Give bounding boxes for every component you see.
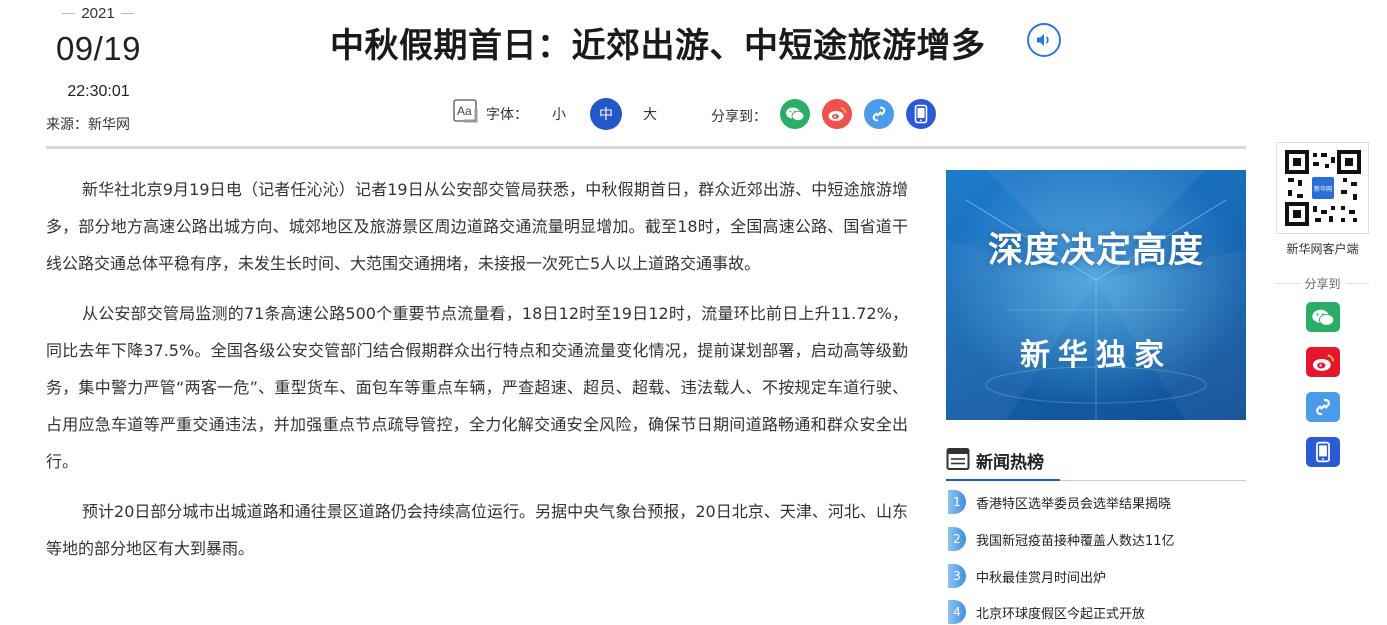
- hot-news-item[interactable]: 4 北京环球度假区今起正式开放: [948, 599, 1145, 625]
- hot-news-item[interactable]: 3 中秋最佳赏月时间出炉: [948, 563, 1106, 589]
- publish-time: 22:30:01: [67, 83, 130, 100]
- share-wechat-button[interactable]: [780, 99, 810, 129]
- header-divider: [46, 146, 1246, 149]
- hot-news-link[interactable]: 中秋最佳赏月时间出炉: [976, 567, 1106, 586]
- publish-year: 2021: [81, 4, 115, 22]
- news-list-icon: [946, 448, 970, 470]
- article-body: 新华社北京9月19日电（记者任沁沁）记者19日从公安部交管局获悉，中秋假期首日，…: [46, 171, 908, 580]
- divider-line: [1345, 282, 1370, 284]
- link-icon: [1316, 398, 1330, 416]
- hot-news-item[interactable]: 2 我国新冠疫苗接种覆盖人数达11亿: [948, 526, 1175, 552]
- publish-date: 09/19: [55, 30, 142, 67]
- hot-news-rank: 4: [948, 600, 966, 624]
- banner-headline: 深度决定高度: [987, 231, 1204, 271]
- page-title: 中秋假期首日：近郊出游、中短途旅游增多: [330, 26, 986, 66]
- font-size-large[interactable]: 大: [643, 104, 657, 124]
- mobile-icon: [1316, 441, 1330, 463]
- hot-news-link[interactable]: 我国新冠疫苗接种覆盖人数达11亿: [976, 530, 1175, 549]
- weibo-icon: [1312, 354, 1334, 371]
- article-paragraph: 新华社北京9月19日电（记者任沁沁）记者19日从公安部交管局获悉，中秋假期首日，…: [46, 180, 908, 273]
- share-weibo-button[interactable]: [822, 99, 852, 129]
- audio-play-button[interactable]: [1027, 23, 1061, 57]
- qr-badge-text: 新华网: [1313, 185, 1331, 193]
- client-qr-code[interactable]: 新华网: [1276, 142, 1369, 234]
- font-size-label: 字体：: [486, 107, 528, 123]
- banner-tagline: 新华独家: [1020, 338, 1172, 373]
- link-icon: [872, 106, 886, 122]
- hot-news-link[interactable]: 香港特区选举委员会选举结果揭晓: [976, 493, 1171, 512]
- year-row: 2021: [62, 3, 134, 23]
- hot-news-title: 新闻热榜: [976, 453, 1044, 473]
- font-size-small[interactable]: 小: [552, 104, 566, 124]
- side-share-heading: 分享到: [1276, 275, 1370, 291]
- side-share-link-button[interactable]: [1306, 392, 1340, 422]
- hot-news-header: 新闻热榜: [946, 444, 1246, 481]
- hot-news-rank: 3: [948, 564, 966, 588]
- article-source: 来源：新华网: [46, 117, 130, 133]
- article-paragraph: 从公安部交管局监测的71条高速公路500个重要节点流量看，18日12时至19日1…: [46, 304, 908, 471]
- font-size-icon: Aa: [453, 99, 478, 123]
- svg-text:Aa: Aa: [457, 104, 472, 118]
- weibo-icon: [828, 107, 847, 121]
- share-mobile-button[interactable]: [906, 99, 936, 129]
- client-label: 新华网客户端: [1286, 242, 1359, 256]
- mobile-icon: [914, 104, 928, 124]
- share-label: 分享到：: [711, 109, 767, 125]
- wechat-icon: [1312, 309, 1335, 326]
- article-paragraph: 预计20日部分城市出城道路和通往景区道路仍会持续高位运行。另据中央气象台预报，2…: [46, 502, 908, 558]
- font-size-medium[interactable]: 中: [590, 98, 622, 130]
- divider-line: [1276, 282, 1300, 284]
- hot-news-rank: 1: [948, 490, 966, 514]
- hot-news-underline: [946, 479, 1060, 481]
- side-share-wechat-button[interactable]: [1306, 302, 1340, 332]
- side-share-mobile-button[interactable]: [1306, 437, 1340, 467]
- hot-news-item[interactable]: 1 香港特区选举委员会选举结果揭晓: [948, 489, 1171, 515]
- wechat-icon: [786, 107, 805, 121]
- banner-graphic: [946, 170, 1246, 420]
- hot-news-rank: 2: [948, 527, 966, 551]
- side-share-weibo-button[interactable]: [1306, 347, 1340, 377]
- promo-banner[interactable]: 深度决定高度 新华独家: [946, 170, 1246, 420]
- side-share-label: 分享到: [1304, 276, 1341, 291]
- speaker-icon: [1037, 34, 1049, 46]
- share-link-button[interactable]: [864, 99, 894, 129]
- qr-code-icon: 新华网: [1284, 150, 1361, 226]
- divider-line: [62, 12, 76, 14]
- divider-line: [120, 12, 134, 14]
